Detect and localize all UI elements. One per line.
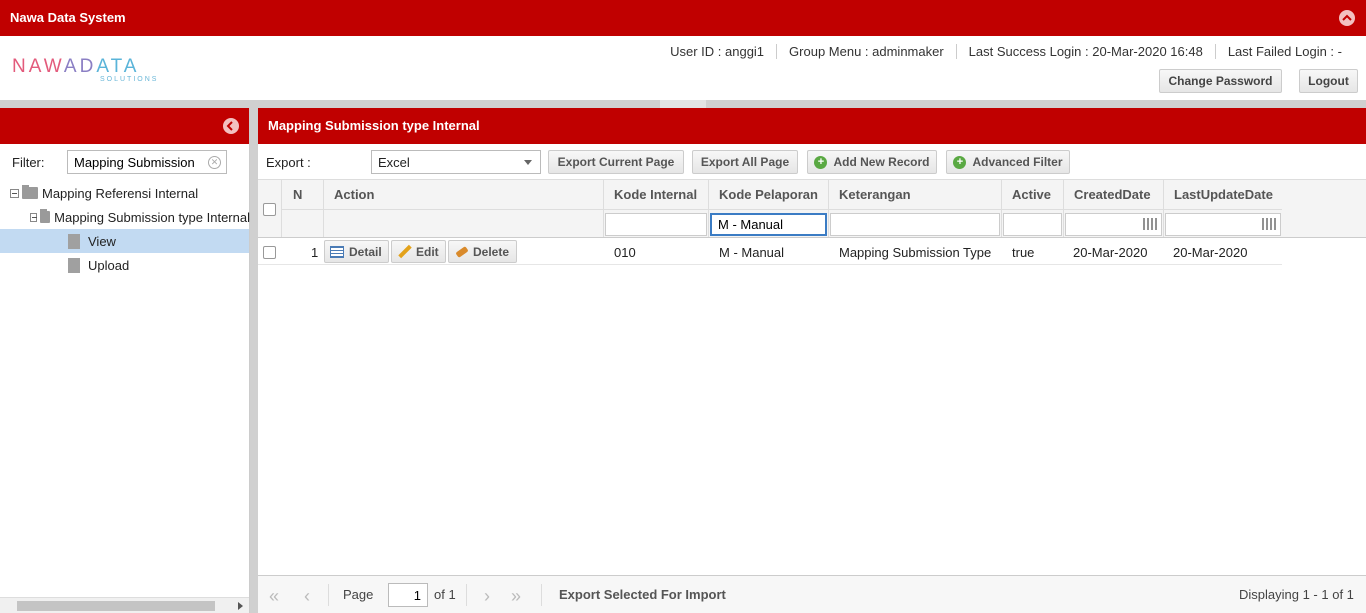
col-header-action[interactable]: Action bbox=[323, 180, 603, 209]
panel-splitter[interactable] bbox=[250, 108, 258, 613]
col-header-active[interactable]: Active bbox=[1001, 180, 1063, 209]
last-success-login: Last Success Login : 20-Mar-2020 16:48 bbox=[955, 44, 1215, 59]
cell-kode-internal: 010 bbox=[614, 245, 636, 260]
col-header-keterangan[interactable]: Keterangan bbox=[828, 180, 1001, 209]
grid-toolbar: Export : Excel Export Current Page Expor… bbox=[258, 144, 1366, 180]
sidebar: Filter: ✕ Mapping Referensi Internal Map… bbox=[0, 108, 250, 613]
next-page-icon[interactable]: › bbox=[484, 586, 490, 607]
row-checkbox[interactable] bbox=[263, 246, 276, 259]
col-header-last-update-date[interactable]: LastUpdateDate bbox=[1163, 180, 1282, 209]
collapse-node-icon[interactable] bbox=[10, 188, 19, 198]
select-all-checkbox[interactable] bbox=[263, 203, 276, 216]
prev-page-icon[interactable]: ‹ bbox=[304, 586, 310, 607]
group-menu: Group Menu : adminmaker bbox=[776, 44, 956, 59]
change-password-button[interactable]: Change Password bbox=[1159, 69, 1282, 93]
file-icon bbox=[68, 233, 80, 249]
folder-icon bbox=[39, 209, 51, 223]
sidebar-filter-input[interactable] bbox=[67, 150, 227, 174]
user-id: User ID : anggi1 bbox=[670, 44, 765, 59]
sidebar-scrollbar[interactable] bbox=[0, 597, 249, 613]
chevron-down-icon bbox=[524, 160, 532, 165]
last-failed-login: Last Failed Login : - bbox=[1214, 44, 1354, 59]
cell-last-update-date: 20-Mar-2020 bbox=[1173, 245, 1248, 260]
logout-button[interactable]: Logout bbox=[1299, 69, 1358, 93]
col-header-kode-internal[interactable]: Kode Internal bbox=[603, 180, 708, 209]
header: NAWADATA SOLUTIONS User ID : anggi1 Grou… bbox=[0, 36, 1366, 100]
col-header-created-date[interactable]: CreatedDate bbox=[1063, 180, 1163, 209]
page-count: of 1 bbox=[434, 587, 456, 602]
first-page-icon[interactable]: « bbox=[269, 586, 279, 607]
last-page-icon[interactable]: » bbox=[511, 586, 521, 607]
col-header-n[interactable]: N bbox=[281, 180, 323, 209]
detail-button[interactable]: Detail bbox=[324, 240, 389, 263]
page-title: Mapping Submission type Internal bbox=[258, 108, 1366, 144]
add-icon: + bbox=[814, 155, 828, 169]
cell-keterangan: Mapping Submission Type bbox=[839, 245, 992, 260]
col-header-kode-pelaporan[interactable]: Kode Pelaporan bbox=[708, 180, 828, 209]
logo-subtitle: SOLUTIONS bbox=[100, 76, 159, 83]
filter-keterangan-input[interactable] bbox=[830, 213, 1000, 236]
calendar-icon[interactable] bbox=[1143, 218, 1157, 230]
scrollbar-thumb[interactable] bbox=[17, 601, 215, 611]
file-icon bbox=[68, 257, 80, 273]
page-label: Page bbox=[343, 587, 374, 602]
app-titlebar: Nawa Data System bbox=[0, 0, 1366, 36]
filter-kode-internal-input[interactable] bbox=[605, 213, 707, 236]
tree-item-mapping-referensi[interactable]: Mapping Referensi Internal bbox=[10, 181, 198, 205]
edit-button[interactable]: Edit bbox=[391, 240, 446, 263]
table-row[interactable]: 1 Detail Edit Delete 010 M - Manual Mapp… bbox=[258, 239, 1282, 265]
export-format-select[interactable]: Excel bbox=[371, 150, 541, 174]
export-selected-button[interactable]: Export Selected For Import bbox=[559, 587, 726, 602]
folder-icon bbox=[22, 185, 38, 199]
delete-button[interactable]: Delete bbox=[448, 240, 517, 263]
filter-label: Filter: bbox=[12, 155, 45, 170]
tree-item-upload[interactable]: Upload bbox=[68, 253, 129, 277]
cell-active: true bbox=[1012, 245, 1035, 260]
scroll-right-icon[interactable] bbox=[238, 602, 243, 610]
main-panel: Mapping Submission type Internal Export … bbox=[258, 108, 1366, 613]
collapse-header-icon[interactable] bbox=[1339, 10, 1355, 26]
eraser-icon bbox=[454, 245, 468, 259]
row-number: 1 bbox=[311, 245, 319, 260]
add-icon: + bbox=[953, 155, 967, 169]
page-number-input[interactable] bbox=[388, 583, 428, 607]
filter-kode-pelaporan-input[interactable] bbox=[710, 213, 827, 236]
sidebar-header bbox=[0, 108, 249, 144]
advanced-filter-button[interactable]: + Advanced Filter bbox=[946, 150, 1070, 174]
export-label: Export : bbox=[266, 155, 311, 170]
collapse-node-icon[interactable] bbox=[30, 212, 37, 222]
tree-item-view[interactable]: View bbox=[0, 229, 249, 253]
user-info: User ID : anggi1 Group Menu : adminmaker… bbox=[658, 44, 1354, 59]
clear-filter-icon[interactable]: ✕ bbox=[208, 156, 221, 169]
nawadata-logo: NAWADATA SOLUTIONS bbox=[12, 56, 159, 83]
export-current-page-button[interactable]: Export Current Page bbox=[548, 150, 684, 174]
detail-icon bbox=[330, 245, 344, 258]
calendar-icon[interactable] bbox=[1262, 218, 1276, 230]
sidebar-filter: Filter: ✕ bbox=[0, 150, 250, 176]
cell-created-date: 20-Mar-2020 bbox=[1073, 245, 1148, 260]
grid-header: N Action Kode Internal Kode Pelaporan Ke… bbox=[258, 180, 1366, 238]
app-title: Nawa Data System bbox=[10, 10, 126, 25]
header-splitter[interactable] bbox=[0, 100, 1366, 108]
cell-kode-pelaporan: M - Manual bbox=[719, 245, 785, 260]
displaying-count: Displaying 1 - 1 of 1 bbox=[1239, 587, 1354, 602]
filter-active-input[interactable] bbox=[1003, 213, 1062, 236]
pencil-icon bbox=[397, 245, 411, 259]
export-all-page-button[interactable]: Export All Page bbox=[692, 150, 798, 174]
tree-item-mapping-submission[interactable]: Mapping Submission type Internal bbox=[30, 205, 250, 229]
pagination-bar: « ‹ Page of 1 › » Export Selected For Im… bbox=[258, 575, 1366, 613]
add-new-record-button[interactable]: + Add New Record bbox=[807, 150, 937, 174]
collapse-sidebar-icon[interactable] bbox=[223, 118, 239, 134]
